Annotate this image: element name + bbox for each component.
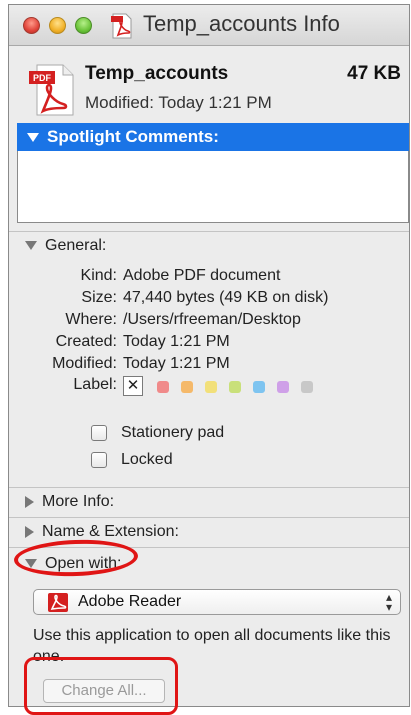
general-section-header[interactable]: General:: [25, 237, 106, 255]
label-gray-swatch[interactable]: [301, 381, 313, 393]
open-with-app-popup[interactable]: Adobe Reader ▴ ▾: [33, 589, 401, 615]
label-label: Label:: [73, 376, 117, 393]
created-value: Today 1:21 PM: [123, 333, 230, 350]
name-extension-label: Name & Extension:: [42, 523, 179, 540]
stationery-pad-checkbox[interactable]: [91, 425, 107, 441]
title-bar: Temp_accounts Info: [9, 5, 409, 46]
label-orange-swatch[interactable]: [181, 381, 193, 393]
close-button[interactable]: [23, 17, 40, 34]
info-window: Temp_accounts Info PDF Temp_accounts 47 …: [8, 4, 410, 707]
more-info-section-header[interactable]: More Info:: [25, 493, 114, 511]
section-divider: [9, 517, 409, 518]
label-yellow-swatch[interactable]: [205, 381, 217, 393]
disclosure-triangle-icon: [25, 241, 37, 251]
zoom-button[interactable]: [75, 17, 92, 34]
file-modified-date: Modified: Today 1:21 PM: [85, 93, 272, 112]
disclosure-triangle-icon: [27, 133, 39, 143]
locked-checkbox[interactable]: [91, 452, 107, 468]
pdf-document-icon: [111, 13, 132, 39]
modified-value: Today 1:21 PM: [123, 355, 230, 372]
highlight-rectangle: [24, 657, 178, 715]
more-info-label: More Info:: [42, 493, 115, 510]
where-label: Where:: [65, 311, 117, 328]
kind-value: Adobe PDF document: [123, 267, 281, 284]
modified-label: Modified:: [52, 355, 117, 372]
size-value: 47,440 bytes (49 KB on disk): [123, 289, 329, 306]
created-label: Created:: [55, 333, 117, 350]
spotlight-comments-header[interactable]: Spotlight Comments:: [17, 123, 409, 151]
pdf-file-icon: PDF: [29, 64, 74, 116]
spotlight-comments-label: Spotlight Comments:: [47, 127, 219, 146]
label-blue-swatch[interactable]: [253, 381, 265, 393]
disclosure-triangle-icon: [25, 525, 34, 538]
popup-arrows-icon: ▴ ▾: [385, 590, 392, 614]
general-label: General:: [45, 237, 107, 254]
file-size: 47 KB: [347, 63, 401, 84]
size-label: Size:: [81, 289, 117, 306]
adobe-reader-icon: [48, 593, 68, 612]
label-none-button[interactable]: ✕: [123, 376, 143, 396]
pdf-badge-label: PDF: [33, 73, 52, 83]
label-purple-swatch[interactable]: [277, 381, 289, 393]
selected-app: Adobe Reader: [78, 593, 182, 610]
locked-label: Locked: [121, 451, 173, 468]
disclosure-triangle-icon: [25, 495, 34, 508]
kind-label: Kind:: [80, 267, 117, 284]
window-title: Temp_accounts Info: [143, 11, 340, 36]
section-divider: [9, 487, 409, 488]
label-green-swatch[interactable]: [229, 381, 241, 393]
stationery-pad-label: Stationery pad: [121, 424, 225, 441]
section-divider: [9, 231, 409, 232]
minimize-button[interactable]: [49, 17, 66, 34]
spotlight-comments-field[interactable]: [17, 151, 409, 223]
label-red-swatch[interactable]: [157, 381, 169, 393]
where-value: /Users/rfreeman/Desktop: [123, 311, 301, 328]
file-name: Temp_accounts: [85, 63, 229, 84]
name-extension-section-header[interactable]: Name & Extension:: [25, 523, 179, 541]
